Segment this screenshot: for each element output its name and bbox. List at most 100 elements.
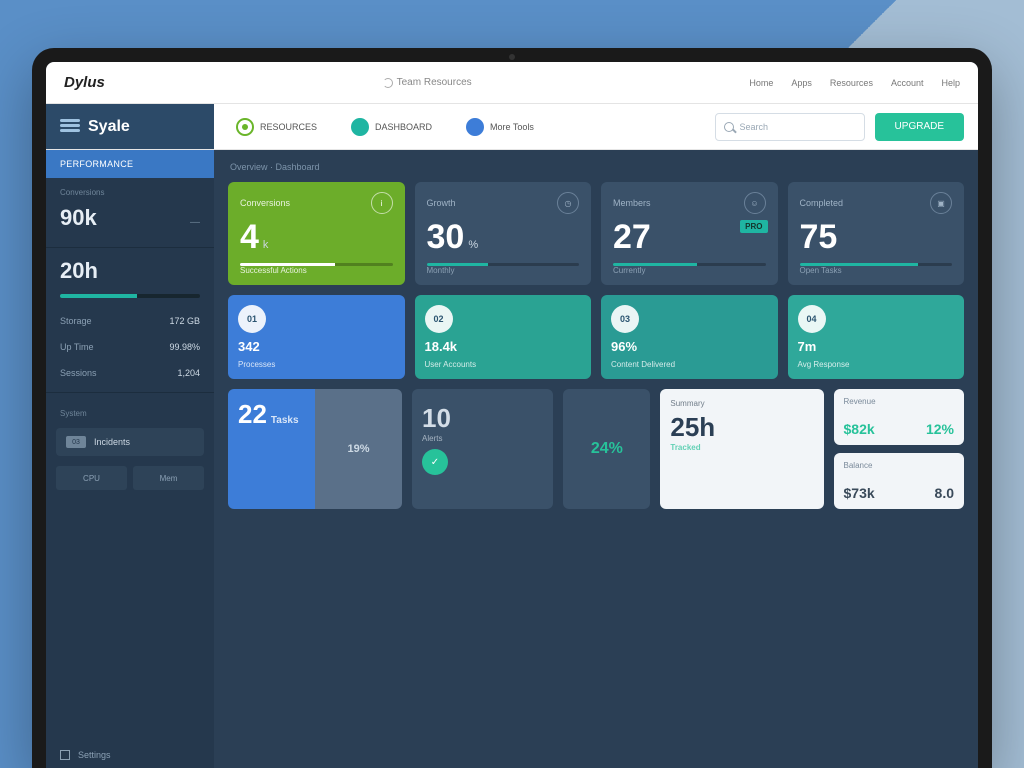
sidebar-mini-mem[interactable]: Mem — [133, 466, 204, 490]
row-key: Storage — [60, 316, 92, 326]
nav-home[interactable]: Home — [749, 78, 773, 88]
small-users[interactable]: 02 18.4k User Accounts — [415, 295, 592, 379]
small-sub: Content Delivered — [611, 360, 768, 369]
tile-num: 27 — [613, 218, 651, 257]
tile-suffix: k — [263, 239, 269, 251]
side-val: 19% — [347, 443, 369, 455]
chip-label: More Tools — [490, 122, 534, 132]
tile-num: 30 — [427, 218, 465, 257]
search-input[interactable]: Search — [715, 113, 865, 141]
tile-cap: Successful Actions — [240, 266, 393, 275]
val: 25h — [670, 412, 813, 443]
nav-resources[interactable]: Resources — [830, 78, 873, 88]
chip-resources[interactable]: RESOURCES — [224, 118, 329, 136]
nav-account[interactable]: Account — [891, 78, 924, 88]
search-placeholder: Search — [740, 122, 769, 132]
app-body: PERFORMANCE Conversions 90k— 20h Storage… — [46, 150, 978, 768]
val-b: 8.0 — [935, 485, 954, 501]
check-icon: ✓ — [422, 449, 448, 475]
tile-label: Completed — [800, 198, 844, 208]
brand-icon — [60, 119, 80, 135]
main-panel: Overview · Dashboard Conversions i 4k Suc… — [214, 150, 978, 768]
pill-label: Incidents — [94, 437, 130, 447]
row-key: Up Time — [60, 342, 94, 352]
small-val: 96% — [611, 339, 768, 354]
app-brand[interactable]: Syale — [46, 104, 214, 149]
nav-apps[interactable]: Apps — [791, 78, 812, 88]
dot-icon — [351, 118, 369, 136]
small-val: 18.4k — [425, 339, 582, 354]
tile-conversions[interactable]: Conversions i 4k Successful Actions — [228, 182, 405, 285]
heading: Balance — [844, 461, 955, 470]
sidebar-section-label: Conversions — [46, 178, 214, 201]
val: 24% — [591, 440, 623, 458]
val: 22 — [238, 399, 267, 429]
subbar: Syale RESOURCES DASHBOARD More Tools Sea… — [46, 104, 978, 150]
upgrade-button[interactable]: UPGRADE — [875, 113, 964, 141]
tile-percent[interactable]: 24% — [563, 389, 650, 509]
app-screen: Dylus Team Resources Home Apps Resources… — [46, 62, 978, 768]
heading: Summary — [670, 399, 813, 408]
row-val: 99.98% — [169, 342, 200, 352]
topbar-title: Team Resources — [133, 77, 722, 88]
sidebar-row-sessions[interactable]: Sessions 1,204 — [46, 360, 214, 386]
chip-label: DASHBOARD — [375, 122, 432, 132]
dot-icon — [466, 118, 484, 136]
tile-row-2: 01 342 Processes 02 18.4k User Accounts … — [228, 295, 964, 379]
stat-value: 90k — [60, 205, 97, 231]
search-icon — [724, 122, 734, 132]
circle-icon: 03 — [611, 305, 639, 333]
row-val: 1,204 — [177, 368, 200, 378]
small-sub: User Accounts — [425, 360, 582, 369]
tile-tasks[interactable]: 22Tasks 19% — [228, 389, 402, 509]
small-val: 7m — [798, 339, 955, 354]
topbar-title-text: Team Resources — [397, 77, 472, 88]
tile-num: 75 — [800, 218, 838, 257]
topbar-links: Home Apps Resources Account Help — [749, 78, 960, 88]
gear-icon — [60, 750, 70, 760]
small-processes[interactable]: 01 342 Processes — [228, 295, 405, 379]
tile-completed[interactable]: Completed▣ 75 Open Tasks — [788, 182, 965, 285]
stat-side: — — [190, 217, 200, 228]
small-val: 342 — [238, 339, 395, 354]
sidebar-row-uptime[interactable]: Up Time 99.98% — [46, 334, 214, 360]
small-sub: Processes — [238, 360, 395, 369]
tile-summary[interactable]: Summary 25h Tracked — [660, 389, 823, 509]
tile-growth[interactable]: Growth◷ 30% Monthly — [415, 182, 592, 285]
tile-suffix: % — [468, 239, 478, 251]
chip-more[interactable]: More Tools — [454, 118, 546, 136]
small-response[interactable]: 04 7m Avg Response — [788, 295, 965, 379]
breadcrumb: Overview · Dashboard — [228, 160, 964, 172]
sidebar-section-2: System — [46, 399, 214, 422]
circle-icon: 04 — [798, 305, 826, 333]
small-content[interactable]: 03 96% Content Delivered — [601, 295, 778, 379]
sub: Alerts — [422, 434, 543, 443]
card-revenue[interactable]: Revenue $82k 12% — [834, 389, 965, 445]
sidebar-active-item[interactable]: PERFORMANCE — [46, 150, 214, 178]
site-logo[interactable]: Dylus — [64, 74, 105, 91]
val-b: 12% — [926, 421, 954, 437]
val-a: $82k — [844, 421, 875, 437]
nav-help[interactable]: Help — [941, 78, 960, 88]
sidebar-incidents[interactable]: 03 Incidents — [56, 428, 204, 456]
sidebar-settings[interactable]: Settings — [46, 742, 214, 768]
card-balance[interactable]: Balance $73k8.0 — [834, 453, 965, 509]
val: 10 — [422, 403, 451, 433]
row-key: Sessions — [60, 368, 97, 378]
tile-members[interactable]: Members☺ 27 PRO Currently — [601, 182, 778, 285]
clock-icon: ◷ — [557, 192, 579, 214]
laptop-frame: Dylus Team Resources Home Apps Resources… — [32, 48, 992, 768]
tile-label: Conversions — [240, 198, 290, 208]
tile-label: Members — [613, 198, 651, 208]
sidebar-mini-row: CPU Mem — [46, 462, 214, 494]
sidebar-mini-cpu[interactable]: CPU — [56, 466, 127, 490]
tile-label: Growth — [427, 198, 456, 208]
heading: Revenue — [844, 397, 955, 406]
tile-num: 4 — [240, 218, 259, 257]
chip-dashboard[interactable]: DASHBOARD — [339, 118, 444, 136]
sidebar-row-storage[interactable]: Storage172 GB — [46, 308, 214, 334]
info-icon: i — [371, 192, 393, 214]
tile-alerts[interactable]: 10 Alerts ✓ — [412, 389, 553, 509]
shield-icon: ▣ — [930, 192, 952, 214]
refresh-icon — [383, 78, 393, 88]
